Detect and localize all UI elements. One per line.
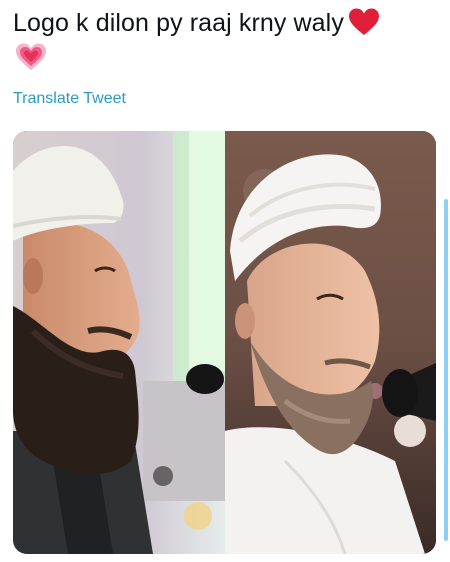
- left-photo[interactable]: [13, 131, 225, 554]
- left-photo-image: [13, 131, 225, 554]
- scrollbar[interactable]: [444, 199, 448, 541]
- translate-tweet-link[interactable]: Translate Tweet: [13, 90, 126, 108]
- tweet-text: Logo k dilon py raaj krny waly: [13, 6, 433, 45]
- sparkling-heart-icon: [13, 42, 49, 72]
- tweet-media[interactable]: [13, 131, 436, 554]
- tweet-text-content: Logo k dilon py raaj krny waly: [13, 9, 344, 37]
- right-photo-image: [225, 131, 436, 554]
- red-heart-icon: [348, 8, 380, 45]
- tweet: Logo k dilon py raaj krny waly Translate…: [0, 0, 450, 562]
- right-photo[interactable]: [225, 131, 436, 554]
